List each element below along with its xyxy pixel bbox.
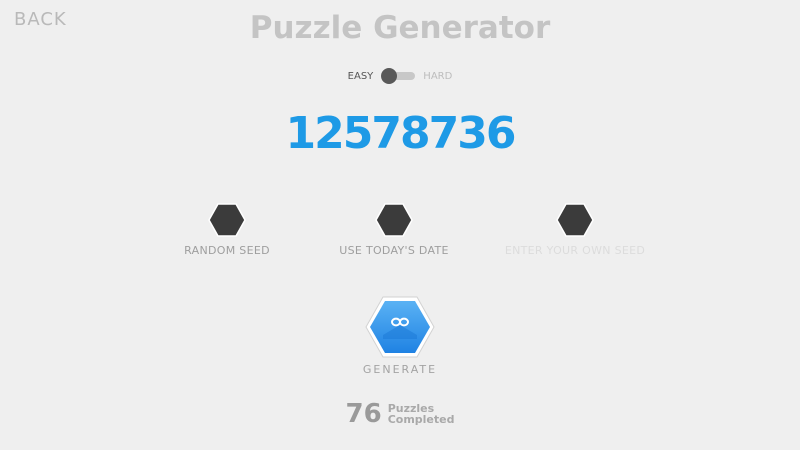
todays-date-label: USE TODAY'S DATE bbox=[339, 244, 449, 257]
seed-number: 12578736 bbox=[285, 108, 517, 159]
generate-button[interactable]: GENERATE bbox=[340, 295, 460, 376]
hexagon-radio-icon[interactable] bbox=[208, 203, 246, 237]
generate-label: GENERATE bbox=[362, 363, 438, 376]
completed-count: 76 bbox=[345, 399, 382, 429]
random-seed-option[interactable]: RANDOM SEED bbox=[137, 203, 317, 257]
todays-date-option[interactable]: USE TODAY'S DATE bbox=[304, 203, 484, 257]
hexagon-radio-icon[interactable] bbox=[556, 203, 594, 237]
page-title: Puzzle Generator bbox=[249, 10, 551, 46]
generate-hexagon-icon[interactable] bbox=[364, 295, 436, 359]
difficulty-switch[interactable] bbox=[381, 68, 416, 84]
easy-label: EASY bbox=[347, 70, 374, 82]
hard-label: HARD bbox=[423, 70, 453, 82]
hexagon-radio-icon[interactable] bbox=[375, 203, 413, 237]
completed-line2: Completed bbox=[387, 413, 455, 426]
random-seed-label: RANDOM SEED bbox=[184, 244, 270, 257]
difficulty-toggle-row: EASY HARD bbox=[0, 68, 800, 84]
puzzles-completed-stat: 76 Puzzles Completed bbox=[0, 399, 800, 429]
switch-knob[interactable] bbox=[381, 68, 398, 84]
completed-text: Puzzles Completed bbox=[388, 403, 455, 425]
own-seed-label: ENTER YOUR OWN SEED bbox=[504, 244, 646, 257]
own-seed-option[interactable]: ENTER YOUR OWN SEED bbox=[485, 203, 665, 257]
